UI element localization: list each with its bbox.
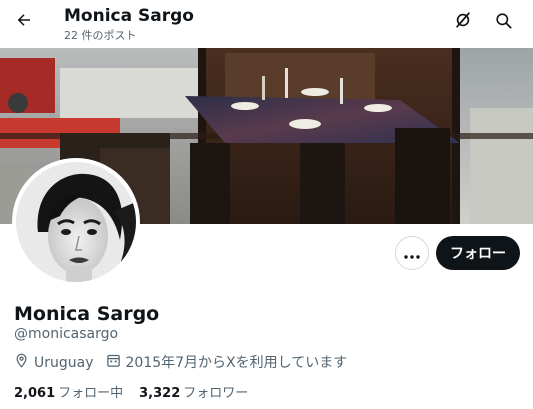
grok-button[interactable] xyxy=(447,6,479,38)
header-name: Monica Sargo xyxy=(64,6,194,26)
followers-stat[interactable]: 3,322 フォロワー xyxy=(139,385,248,402)
joined-item: 2015年7月からXを利用しています xyxy=(106,353,348,373)
calendar-icon xyxy=(106,353,126,373)
header-title-block: Monica Sargo 22 件のポスト xyxy=(64,5,194,43)
location-text: Uruguay xyxy=(34,355,94,371)
profile-page: Monica Sargo 22 件のポスト フォロー Monica Sargo … xyxy=(0,0,533,409)
follow-stats: 2,061 フォロー中 3,322 フォロワー xyxy=(14,385,264,402)
more-button[interactable] xyxy=(395,236,429,270)
joined-text: 2015年7月からXを利用しています xyxy=(125,355,348,371)
user-handle: @monicasargo xyxy=(14,326,119,342)
display-name: Monica Sargo xyxy=(14,303,160,325)
following-label: フォロー中 xyxy=(58,386,124,401)
following-stat[interactable]: 2,061 フォロー中 xyxy=(14,385,123,402)
search-icon xyxy=(494,11,513,34)
post-count: 22 件のポスト xyxy=(64,29,137,42)
location-pin-icon xyxy=(14,353,34,373)
back-button[interactable] xyxy=(8,6,40,38)
arrow-left-icon xyxy=(15,11,33,33)
profile-meta: Uruguay 2015年7月からXを利用しています xyxy=(14,353,359,373)
more-icon xyxy=(404,244,420,263)
following-count: 2,061 xyxy=(14,386,56,401)
avatar[interactable] xyxy=(12,158,140,286)
followers-count: 3,322 xyxy=(139,386,181,401)
grok-icon xyxy=(453,10,473,34)
follow-button[interactable]: フォロー xyxy=(436,236,520,270)
followers-label: フォロワー xyxy=(183,386,249,401)
search-button[interactable] xyxy=(487,6,519,38)
top-bar: Monica Sargo 22 件のポスト xyxy=(0,0,533,48)
location-item: Uruguay xyxy=(14,353,94,373)
